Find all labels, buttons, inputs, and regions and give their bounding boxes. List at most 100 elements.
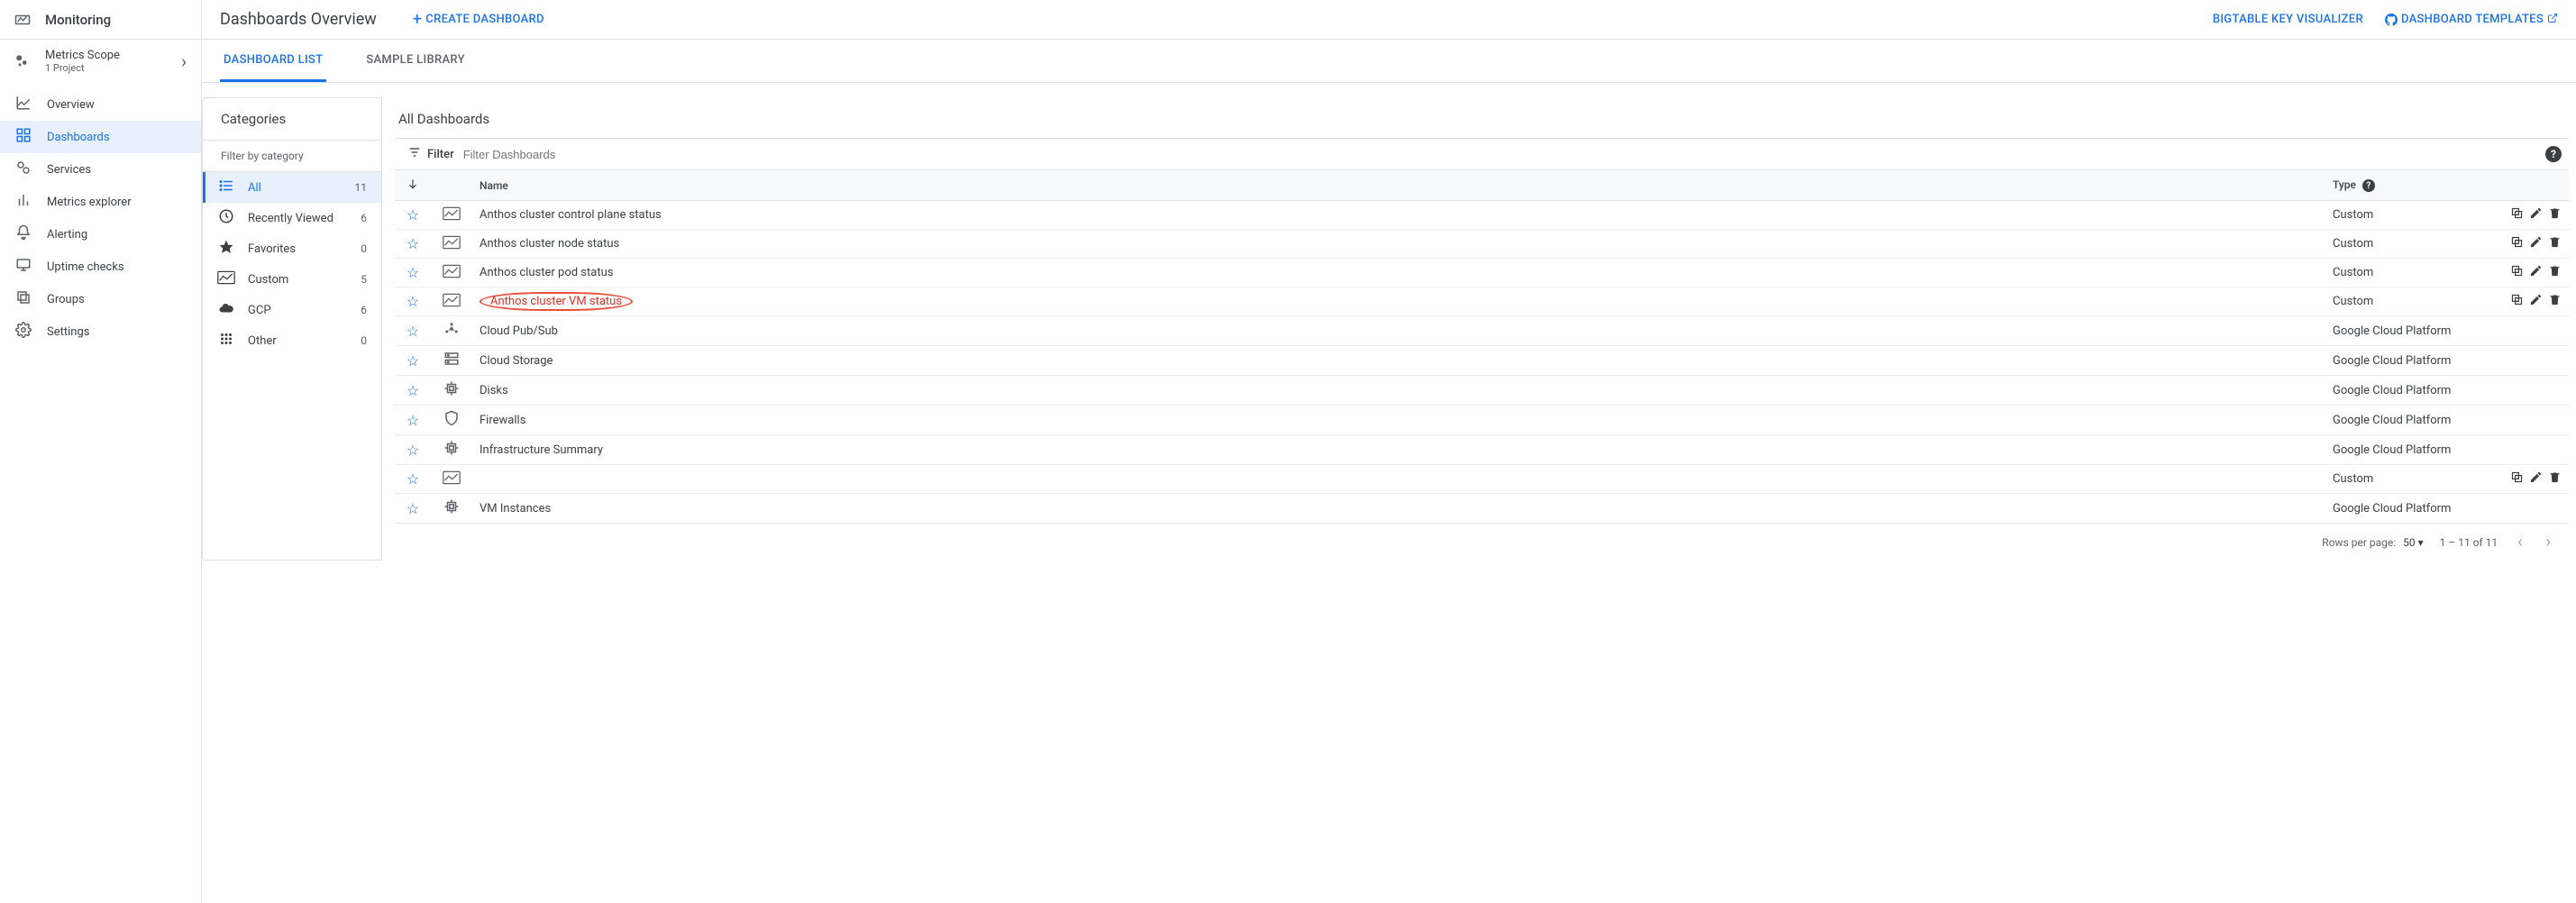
- dashboard-name-link[interactable]: Anthos cluster control plane status: [480, 208, 662, 222]
- category-recently-viewed[interactable]: Recently Viewed6: [203, 203, 381, 233]
- metrics-scope-selector[interactable]: Metrics Scope 1 Project ›: [0, 40, 201, 83]
- dashboard-name-link[interactable]: VM Instances: [480, 502, 551, 515]
- create-dashboard-button[interactable]: + CREATE DASHBOARD: [413, 10, 544, 29]
- dashboards-table: Name Type ? ☆ Anthos cluster control plan…: [395, 170, 2569, 524]
- favorite-star-button[interactable]: ☆: [406, 206, 419, 223]
- type-help-icon[interactable]: ?: [2362, 179, 2375, 192]
- filter-dashboards-input[interactable]: [463, 148, 2545, 161]
- dashboard-name-link[interactable]: Infrastructure Summary: [480, 443, 603, 457]
- copy-button[interactable]: [2510, 265, 2524, 281]
- dashboard-name-link[interactable]: Cloud Storage: [480, 354, 553, 368]
- copy-button[interactable]: [2510, 294, 2524, 310]
- category-count: 6: [361, 212, 367, 224]
- rows-per-page-select[interactable]: 50 ▾: [2403, 536, 2424, 549]
- sort-indicator[interactable]: [395, 170, 431, 201]
- copy-button[interactable]: [2510, 471, 2524, 488]
- favorite-star-button[interactable]: ☆: [406, 264, 419, 281]
- favorite-star-button[interactable]: ☆: [406, 352, 419, 369]
- next-page-button[interactable]: ›: [2543, 533, 2554, 552]
- favorite-star-button[interactable]: ☆: [406, 323, 419, 340]
- bigtable-key-visualizer-link[interactable]: BIGTABLE KEY VISUALIZER: [2213, 13, 2363, 26]
- filter-help-icon[interactable]: ?: [2545, 146, 2562, 162]
- edit-button[interactable]: [2529, 265, 2543, 281]
- dashboard-type: Google Cloud Platform: [2325, 316, 2488, 346]
- category-gcp[interactable]: GCP6: [203, 295, 381, 325]
- delete-button[interactable]: [2548, 236, 2562, 252]
- chart-area-icon: [217, 270, 235, 288]
- dashboard-name-link[interactable]: Disks: [480, 384, 508, 397]
- category-label: All: [248, 181, 355, 195]
- column-type-header[interactable]: Type ?: [2325, 170, 2488, 201]
- category-label: Recently Viewed: [248, 212, 361, 225]
- category-custom[interactable]: Custom5: [203, 264, 381, 295]
- delete-button[interactable]: [2548, 294, 2562, 310]
- category-other[interactable]: Other0: [203, 325, 381, 356]
- scope-title: Metrics Scope: [45, 49, 181, 62]
- sidebar-item-overview[interactable]: Overview: [0, 88, 201, 121]
- sidebar-item-label: Settings: [47, 325, 89, 339]
- sidebar-item-dashboards[interactable]: Dashboards: [0, 121, 201, 153]
- category-count: 0: [361, 334, 367, 347]
- category-favorites[interactable]: Favorites0: [203, 233, 381, 264]
- sidebar-item-metrics-explorer[interactable]: Metrics explorer: [0, 186, 201, 218]
- edit-button[interactable]: [2529, 294, 2543, 310]
- favorite-star-button[interactable]: ☆: [406, 293, 419, 310]
- category-all[interactable]: All11: [203, 172, 381, 203]
- dashboard-type: Custom: [2325, 201, 2488, 230]
- sidebar-header: Monitoring: [0, 0, 201, 40]
- category-label: GCP: [248, 304, 361, 317]
- table-row: ☆Custom: [395, 465, 2569, 494]
- tabs: DASHBOARD LIST SAMPLE LIBRARY: [202, 40, 2576, 83]
- delete-button[interactable]: [2548, 471, 2562, 488]
- github-icon: [2385, 14, 2398, 26]
- storage-icon: [442, 351, 461, 367]
- table-row: ☆VM InstancesGoogle Cloud Platform: [395, 494, 2569, 524]
- dashboard-type: Custom: [2325, 230, 2488, 259]
- dashboard-name-link[interactable]: Anthos cluster node status: [480, 237, 619, 251]
- app-title: Monitoring: [45, 12, 111, 28]
- sidebar-item-services[interactable]: Services: [0, 153, 201, 186]
- table-row: ☆Anthos cluster VM statusCustom: [395, 287, 2569, 316]
- edit-button[interactable]: [2529, 471, 2543, 488]
- tab-sample-library[interactable]: SAMPLE LIBRARY: [362, 41, 468, 82]
- pagination: Rows per page: 50 ▾ 1 – 11 of 11 ‹ ›: [395, 524, 2569, 561]
- edit-button[interactable]: [2529, 207, 2543, 223]
- sidebar-item-label: Uptime checks: [47, 260, 124, 274]
- sidebar-item-settings[interactable]: Settings: [0, 315, 201, 348]
- chevron-right-icon: ›: [181, 50, 187, 72]
- prev-page-button[interactable]: ‹: [2514, 533, 2526, 552]
- dashboard-name-link[interactable]: Anthos cluster pod status: [480, 266, 613, 279]
- favorite-star-button[interactable]: ☆: [406, 470, 419, 488]
- highlighted-name: Anthos cluster VM status: [480, 292, 633, 311]
- sidebar-item-label: Alerting: [47, 228, 87, 242]
- dashboard-name-link[interactable]: Cloud Pub/Sub: [480, 324, 558, 338]
- shield-icon: [442, 410, 461, 426]
- star-filled-icon: [217, 239, 235, 259]
- favorite-star-button[interactable]: ☆: [406, 412, 419, 429]
- filter-by-category[interactable]: Filter by category: [203, 141, 381, 172]
- category-count: 5: [361, 273, 367, 286]
- edit-button[interactable]: [2529, 236, 2543, 252]
- sidebar-item-label: Metrics explorer: [47, 196, 132, 209]
- favorite-star-button[interactable]: ☆: [406, 382, 419, 399]
- chart-area-icon: [442, 470, 461, 486]
- dashboard-templates-link[interactable]: DASHBOARD TEMPLATES: [2385, 13, 2558, 27]
- delete-button[interactable]: [2548, 207, 2562, 223]
- delete-button[interactable]: [2548, 265, 2562, 281]
- copy-button[interactable]: [2510, 207, 2524, 223]
- category-label: Favorites: [248, 242, 361, 256]
- copy-button[interactable]: [2510, 236, 2524, 252]
- filter-bar: Filter ?: [395, 138, 2569, 170]
- column-name-header[interactable]: Name: [472, 170, 2325, 201]
- table-row: ☆Infrastructure SummaryGoogle Cloud Plat…: [395, 435, 2569, 465]
- favorite-star-button[interactable]: ☆: [406, 442, 419, 459]
- sidebar-item-uptime-checks[interactable]: Uptime checks: [0, 251, 201, 283]
- sidebar-item-groups[interactable]: Groups: [0, 283, 201, 315]
- dashboard-name-link[interactable]: Anthos cluster VM status: [480, 295, 633, 308]
- dashboard-name-link[interactable]: Firewalls: [480, 414, 525, 427]
- favorite-star-button[interactable]: ☆: [406, 235, 419, 252]
- tab-dashboard-list[interactable]: DASHBOARD LIST: [220, 41, 326, 82]
- favorite-star-button[interactable]: ☆: [406, 500, 419, 517]
- chart-area-icon: [442, 292, 461, 308]
- sidebar-item-alerting[interactable]: Alerting: [0, 218, 201, 251]
